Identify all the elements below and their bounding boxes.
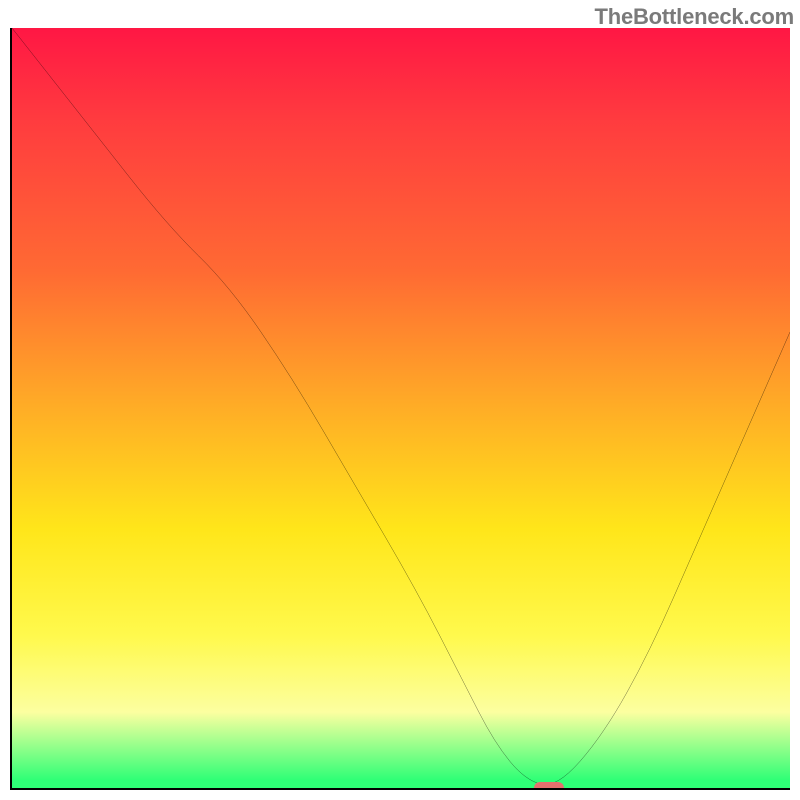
bottleneck-curve [12,28,790,788]
curve-path [12,28,790,785]
optimal-marker [534,782,564,790]
watermark-text: TheBottleneck.com [594,4,794,30]
plot-area [10,28,790,790]
chart-frame: TheBottleneck.com [0,0,800,800]
